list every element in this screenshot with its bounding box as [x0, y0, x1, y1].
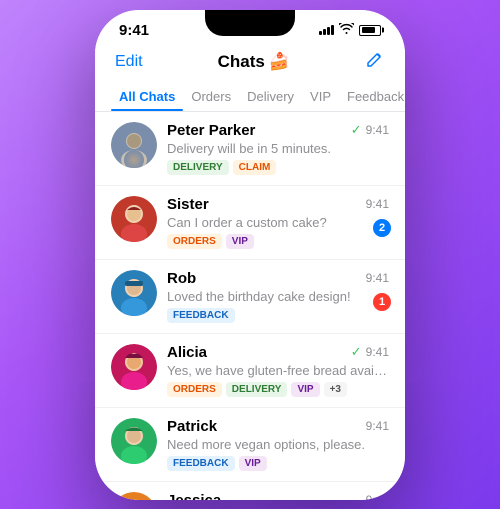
tag-orders-sister: ORDERS — [167, 234, 222, 249]
chat-top-peter: Peter Parker ✓ 9:41 — [167, 122, 389, 139]
chat-name-jessica: Jessica — [167, 492, 221, 500]
chat-time-patrick: 9:41 — [366, 419, 389, 433]
check-icon-peter: ✓ — [351, 122, 362, 138]
chat-time-rob: 9:41 — [366, 271, 389, 285]
tag-row-alicia: ORDERS DELIVERY VIP +3 — [167, 382, 389, 397]
chat-time-peter: ✓ 9:41 — [351, 122, 389, 138]
chat-time-sister: 9:41 — [366, 197, 389, 211]
chat-item-jessica[interactable]: Jessica 9:41 Nice, got it. — [95, 482, 405, 500]
phone-frame: 9:41 Edit Chats — [95, 10, 405, 500]
chat-item-rob[interactable]: Rob 9:41 Loved the birthday cake design!… — [95, 260, 405, 334]
chat-content-peter: Peter Parker ✓ 9:41 Delivery will be in … — [167, 122, 389, 175]
wifi-icon — [339, 23, 354, 37]
tag-vip-alicia: VIP — [291, 382, 319, 397]
tag-row-peter: DELIVERY CLAIM — [167, 160, 389, 175]
chat-list: Peter Parker ✓ 9:41 Delivery will be in … — [95, 112, 405, 500]
tab-feedback[interactable]: Feedback — [339, 83, 405, 110]
chat-name-peter: Peter Parker — [167, 122, 255, 139]
battery-icon — [359, 25, 381, 36]
status-icons — [319, 23, 381, 37]
tag-plus-alicia: +3 — [324, 382, 347, 397]
tab-vip[interactable]: VIP — [302, 83, 339, 110]
chat-name-patrick: Patrick — [167, 418, 217, 435]
avatar-jessica — [111, 492, 157, 500]
chat-item-peter[interactable]: Peter Parker ✓ 9:41 Delivery will be in … — [95, 112, 405, 186]
chat-content-patrick: Patrick 9:41 Need more vegan options, pl… — [167, 418, 389, 471]
badge-rob: 1 — [373, 293, 391, 311]
tab-delivery[interactable]: Delivery — [239, 83, 302, 110]
avatar-patrick — [111, 418, 157, 464]
tag-row-rob: FEEDBACK — [167, 308, 389, 323]
chat-name-alicia: Alicia — [167, 344, 207, 361]
status-bar: 9:41 — [95, 10, 405, 43]
title-text: Chats — [218, 52, 265, 72]
tag-orders-alicia: ORDERS — [167, 382, 222, 397]
tab-all-chats[interactable]: All Chats — [111, 83, 183, 110]
notch — [205, 10, 295, 36]
chat-preview-alicia: Yes, we have gluten-free bread available… — [167, 363, 389, 378]
chat-item-patrick[interactable]: Patrick 9:41 Need more vegan options, pl… — [95, 408, 405, 482]
chat-preview-peter: Delivery will be in 5 minutes. — [167, 141, 389, 156]
chat-item-alicia[interactable]: Alicia ✓ 9:41 Yes, we have gluten-free b… — [95, 334, 405, 408]
signal-icon — [319, 25, 334, 35]
avatar-sister — [111, 196, 157, 242]
avatar-rob — [111, 270, 157, 316]
page-title: Chats 🍰 — [218, 52, 290, 72]
avatar-peter — [111, 122, 157, 168]
avatar-alicia — [111, 344, 157, 390]
chat-preview-patrick: Need more vegan options, please. — [167, 437, 389, 452]
chat-top-rob: Rob 9:41 — [167, 270, 389, 287]
title-emoji: 🍰 — [269, 52, 290, 72]
chat-top-alicia: Alicia ✓ 9:41 — [167, 344, 389, 361]
chat-time-alicia: ✓ 9:41 — [351, 344, 389, 360]
tab-bar: All Chats Orders Delivery VIP Feedback › — [95, 83, 405, 112]
chat-name-rob: Rob — [167, 270, 196, 287]
status-time: 9:41 — [119, 22, 149, 39]
edit-button[interactable]: Edit — [115, 53, 143, 71]
tag-delivery-alicia: DELIVERY — [226, 382, 288, 397]
tag-row-patrick: FEEDBACK VIP — [167, 456, 389, 471]
chat-preview-rob: Loved the birthday cake design! — [167, 289, 389, 304]
tag-feedback-rob: FEEDBACK — [167, 308, 235, 323]
chat-content-rob: Rob 9:41 Loved the birthday cake design!… — [167, 270, 389, 323]
chat-content-jessica: Jessica 9:41 Nice, got it. — [167, 492, 389, 500]
tab-orders[interactable]: Orders — [183, 83, 239, 110]
chat-item-sister[interactable]: Sister 9:41 Can I order a custom cake? O… — [95, 186, 405, 260]
chat-content-alicia: Alicia ✓ 9:41 Yes, we have gluten-free b… — [167, 344, 389, 397]
nav-bar: Edit Chats 🍰 — [95, 43, 405, 83]
tag-vip-sister: VIP — [226, 234, 254, 249]
compose-button[interactable] — [365, 49, 385, 75]
tag-row-sister: ORDERS VIP — [167, 234, 389, 249]
check-icon-alicia: ✓ — [351, 344, 362, 360]
chat-top-patrick: Patrick 9:41 — [167, 418, 389, 435]
chat-name-sister: Sister — [167, 196, 209, 213]
chat-content-sister: Sister 9:41 Can I order a custom cake? O… — [167, 196, 389, 249]
tag-vip-patrick: VIP — [239, 456, 267, 471]
chat-time-jessica: 9:41 — [366, 493, 389, 500]
tag-claim-peter: CLAIM — [233, 160, 277, 175]
badge-sister: 2 — [373, 219, 391, 237]
chat-top-sister: Sister 9:41 — [167, 196, 389, 213]
chat-top-jessica: Jessica 9:41 — [167, 492, 389, 500]
tag-delivery-peter: DELIVERY — [167, 160, 229, 175]
tag-feedback-patrick: FEEDBACK — [167, 456, 235, 471]
chat-preview-sister: Can I order a custom cake? — [167, 215, 389, 230]
